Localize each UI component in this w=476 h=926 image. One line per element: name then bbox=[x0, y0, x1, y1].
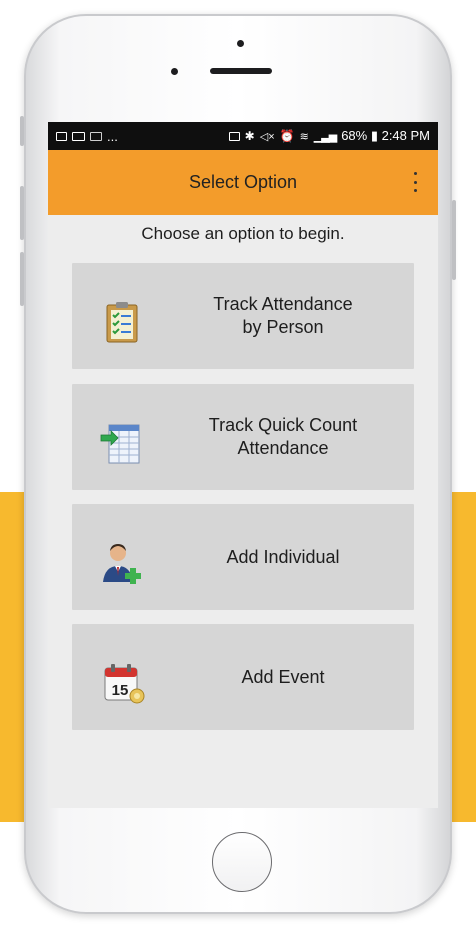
instruction-text: Choose an option to begin. bbox=[141, 224, 345, 243]
app-bar: Select Option bbox=[48, 150, 438, 215]
volume-up-button bbox=[20, 186, 24, 240]
add-event-button[interactable]: 15 Add Event bbox=[72, 624, 414, 730]
calendar-icon: 15 bbox=[104, 664, 145, 704]
status-notifications: ... bbox=[56, 129, 118, 144]
front-camera bbox=[171, 68, 178, 75]
wifi-icon: ≋ bbox=[299, 130, 309, 143]
battery-saver-icon bbox=[90, 131, 102, 141]
home-button[interactable] bbox=[212, 832, 272, 892]
status-system: ✱ ◁× ⏰ ≋ ▁▃▅ 68% ▮ 2:48 PM bbox=[228, 128, 430, 144]
add-person-icon bbox=[103, 544, 141, 584]
alarm-icon: ⏰ bbox=[279, 129, 295, 143]
clipboard-checklist-icon bbox=[106, 302, 138, 343]
status-bar: ... ✱ ◁× ⏰ ≋ ▁▃▅ 68% ▮ 2:48 PM bbox=[48, 122, 438, 150]
battery-time-text: 68% ▮ 2:48 PM bbox=[341, 128, 430, 143]
mute-switch bbox=[20, 116, 24, 146]
track-attendance-by-person-button[interactable]: Track Attendance by Person bbox=[72, 263, 414, 369]
bluetooth-icon: ✱ bbox=[244, 129, 255, 143]
option-label-add-individual: Add Individual bbox=[226, 546, 340, 567]
earpiece-speaker bbox=[210, 68, 272, 74]
mail-icon bbox=[56, 131, 67, 141]
proximity-sensor bbox=[237, 40, 244, 47]
signal-icon: ▁▃▅ bbox=[313, 130, 337, 143]
mute-icon: ◁× bbox=[259, 130, 275, 143]
spreadsheet-icon bbox=[100, 424, 140, 464]
option-label-quick-count: Track Quick Count Attendance bbox=[208, 415, 358, 458]
track-quick-count-button[interactable]: Track Quick Count Attendance bbox=[72, 384, 414, 490]
power-button bbox=[452, 200, 456, 280]
option-label-track-attendance: Track Attendance by Person bbox=[213, 294, 353, 337]
add-individual-button[interactable]: Add Individual bbox=[72, 504, 414, 610]
overflow-menu-icon[interactable] bbox=[410, 172, 420, 192]
cast-icon bbox=[228, 131, 240, 141]
video-icon bbox=[72, 131, 85, 141]
app-screen: ... ✱ ◁× ⏰ ≋ ▁▃▅ 68% ▮ 2:48 PM Select Op… bbox=[48, 122, 438, 808]
status-more-text: ... bbox=[107, 128, 118, 144]
calendar-day-number: 15 bbox=[112, 682, 129, 699]
app-title: Select Option bbox=[188, 172, 298, 192]
volume-down-button bbox=[20, 252, 24, 306]
option-label-add-event: Add Event bbox=[241, 666, 325, 687]
